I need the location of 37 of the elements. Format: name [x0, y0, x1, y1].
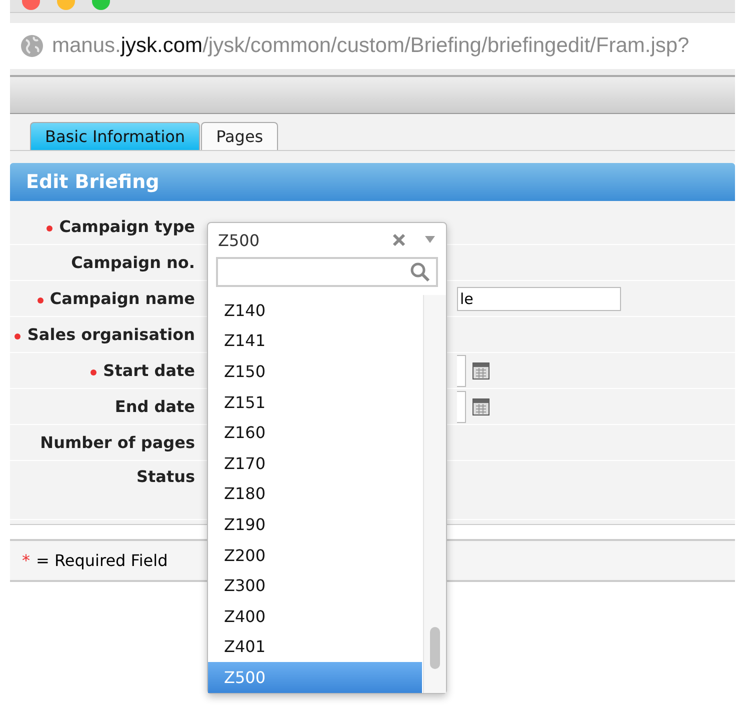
field-label: Status	[136, 467, 196, 486]
panel-header: Edit Briefing	[10, 163, 735, 201]
field-label: Number of pages	[40, 433, 196, 452]
field-label: Campaign no.	[71, 253, 196, 272]
dropdown-option[interactable]: Z200	[208, 540, 422, 570]
dropdown-option[interactable]: Z190	[208, 509, 422, 540]
dropdown-option[interactable]: Z151	[208, 386, 422, 418]
dropdown-option[interactable]: Z141	[208, 326, 422, 356]
tab[interactable]: Pages	[201, 122, 278, 150]
field-label: Start date	[103, 361, 196, 380]
field-label: Campaign type	[59, 217, 196, 236]
field-label: Campaign name	[50, 289, 196, 308]
required-note: = Required Field	[36, 551, 168, 570]
dropdown-option[interactable]: Z160	[208, 417, 422, 448]
clear-icon[interactable]	[392, 233, 406, 247]
caret-icon[interactable]	[424, 235, 436, 245]
search-field[interactable]	[216, 257, 438, 287]
dropdown-option[interactable]: Z400	[208, 600, 422, 632]
globe-icon	[20, 34, 44, 58]
campaign-name-field[interactable]: le	[457, 286, 621, 310]
dropdown-option[interactable]: Z300	[208, 570, 422, 601]
dropdown-option[interactable]: Z401	[208, 632, 422, 662]
field-label: Sales organisation	[27, 325, 196, 344]
tab[interactable]: Basic Information	[30, 122, 200, 150]
dropdown-option[interactable]: Z140	[208, 295, 422, 326]
search-icon	[410, 262, 430, 282]
dropdown-option[interactable]: Z170	[208, 448, 422, 479]
calendar-icon[interactable]	[472, 398, 490, 416]
dropdown-option[interactable]: Z180	[208, 478, 422, 510]
calendar-icon[interactable]	[472, 362, 490, 380]
scrollbar-thumb[interactable]	[430, 626, 440, 669]
dropdown-option[interactable]: Z150	[208, 356, 422, 387]
date-field[interactable]	[457, 390, 466, 422]
date-field[interactable]	[457, 354, 466, 386]
required-mark: *	[22, 551, 30, 570]
field-label: End date	[114, 397, 196, 416]
campaign-type-select[interactable]: Z500	[208, 223, 446, 257]
